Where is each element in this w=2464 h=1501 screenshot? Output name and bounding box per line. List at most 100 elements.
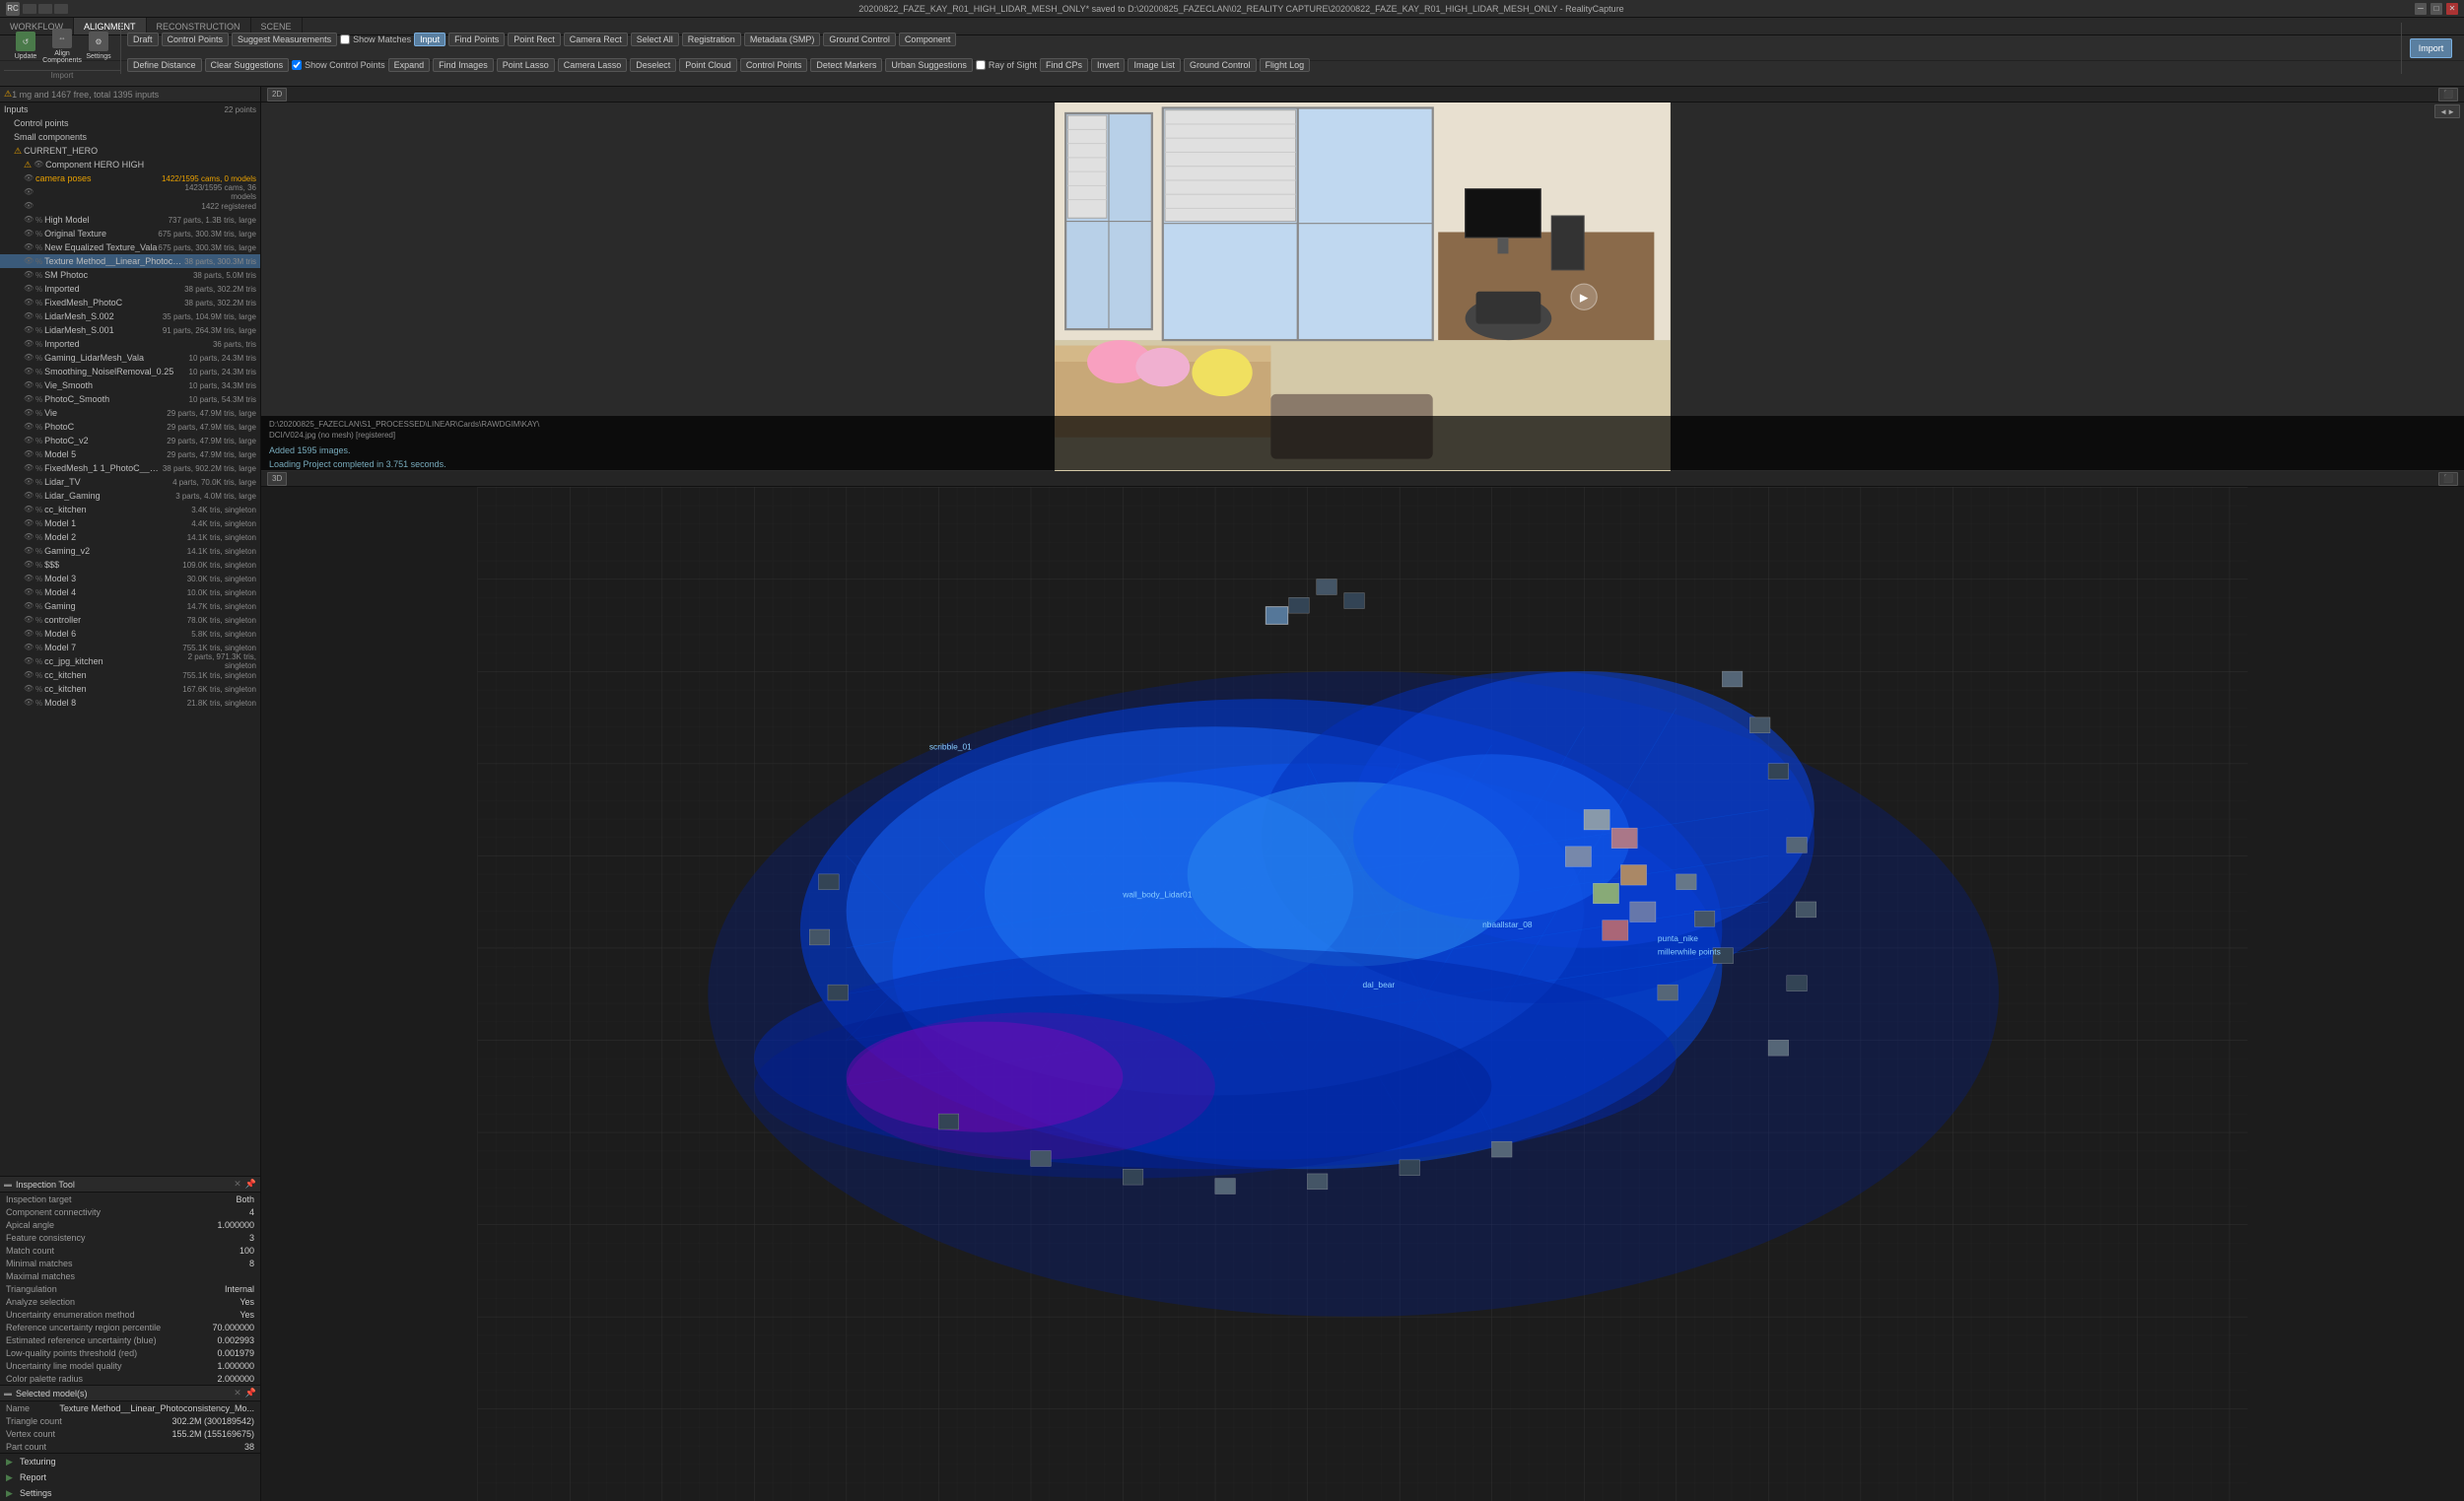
eye-icon[interactable]: 👁 bbox=[24, 656, 34, 666]
eye-icon[interactable]: 👁 bbox=[24, 491, 34, 501]
tree-item[interactable]: ⚠CURRENT_HERO bbox=[0, 144, 260, 158]
tree-item[interactable]: 👁%Model 214.1K tris, singleton bbox=[0, 530, 260, 544]
find-cps-button[interactable]: Find CPs bbox=[1040, 58, 1088, 72]
tree-item[interactable]: 👁%cc_kitchen167.6K tris, singleton bbox=[0, 682, 260, 696]
tree-item[interactable]: 👁%Gaming_LidarMesh_Vala10 parts, 24.3M t… bbox=[0, 351, 260, 365]
tree-item[interactable]: 👁%Gaming_v214.1K tris, singleton bbox=[0, 544, 260, 558]
select-all-button[interactable]: Select All bbox=[631, 33, 679, 46]
window-controls[interactable]: ─ □ ✕ bbox=[2415, 3, 2458, 15]
component-button[interactable]: Component bbox=[899, 33, 957, 46]
control-points-button[interactable]: Control Points bbox=[162, 33, 230, 46]
viewport-3d-label[interactable]: 3D bbox=[267, 472, 287, 486]
point-lasso-button[interactable]: Point Lasso bbox=[497, 58, 555, 72]
eye-icon[interactable]: 👁 bbox=[24, 629, 34, 639]
align-button[interactable]: ⇔ AlignComponents bbox=[44, 25, 80, 68]
viewport-3d-maximize[interactable]: ⬛ bbox=[2438, 472, 2458, 486]
eye-icon[interactable]: 👁 bbox=[24, 505, 34, 514]
panel-2d-corner-btn[interactable]: ◄► bbox=[2434, 104, 2460, 118]
tree-item[interactable]: 👁%PhotoC29 parts, 47.9M tris, large bbox=[0, 420, 260, 434]
tree-item[interactable]: 👁%PhotoC_Smooth10 parts, 54.3M tris bbox=[0, 392, 260, 406]
eye-icon[interactable]: 👁 bbox=[24, 574, 34, 583]
settings-button[interactable]: ⚙ Settings bbox=[81, 25, 116, 68]
deselect-button[interactable]: Deselect bbox=[630, 58, 676, 72]
tree-item[interactable]: 👁%Lidar_TV4 parts, 70.0K tris, large bbox=[0, 475, 260, 489]
eye-icon[interactable]: 👁 bbox=[24, 284, 34, 294]
eye-icon[interactable]: 👁 bbox=[24, 298, 34, 307]
ray-of-sight-checkbox[interactable]: Ray of Sight bbox=[976, 60, 1037, 70]
tree-item[interactable]: 👁%High Model737 parts, 1.3B tris, large bbox=[0, 213, 260, 227]
selected-model-close[interactable]: ✕ bbox=[234, 1388, 241, 1399]
tree-item[interactable]: Inputs22 points bbox=[0, 102, 260, 116]
tree-item[interactable]: 👁%Gaming14.7K tris, singleton bbox=[0, 599, 260, 613]
tree-item[interactable]: 👁%Model 65.8K tris, singleton bbox=[0, 627, 260, 641]
eye-icon[interactable]: 👁 bbox=[24, 643, 34, 652]
panel-2d-label[interactable]: 2D bbox=[267, 88, 287, 102]
eye-icon[interactable]: 👁 bbox=[24, 339, 34, 349]
eye-icon[interactable]: 👁 bbox=[24, 698, 34, 708]
eye-icon[interactable]: 👁 bbox=[24, 201, 34, 211]
panel-2d-maximize[interactable]: ⬛ bbox=[2438, 88, 2458, 102]
tree-item[interactable]: 👁%Texture Method__Linear_Photoconsisted3… bbox=[0, 254, 260, 268]
minimize-button[interactable]: ─ bbox=[2415, 3, 2427, 15]
registration-button[interactable]: Registration bbox=[682, 33, 741, 46]
eye-icon[interactable]: 👁 bbox=[24, 546, 34, 556]
tree-item[interactable]: 👁%Vie_Smooth10 parts, 34.3M tris bbox=[0, 378, 260, 392]
eye-icon[interactable]: 👁 bbox=[24, 408, 34, 418]
inspection-pin[interactable]: 📌 bbox=[245, 1179, 256, 1190]
viewport-3d[interactable]: 3D ⬛ bbox=[261, 471, 2464, 1501]
tree-item[interactable]: 👁%FixedMesh_1 1_PhotoC___1.2_Vala38 part… bbox=[0, 461, 260, 475]
eye-icon[interactable]: 👁 bbox=[24, 242, 34, 252]
eye-icon[interactable]: 👁 bbox=[24, 477, 34, 487]
image-list-button[interactable]: Image List bbox=[1128, 58, 1181, 72]
tree-item[interactable]: 👁%Original Texture675 parts, 300.3M tris… bbox=[0, 227, 260, 240]
eye-icon[interactable]: 👁 bbox=[24, 311, 34, 321]
tree-item[interactable]: 👁%LidarMesh_S.00191 parts, 264.3M tris, … bbox=[0, 323, 260, 337]
input-button[interactable]: Input bbox=[414, 33, 445, 46]
eye-icon[interactable]: 👁 bbox=[24, 325, 34, 335]
eye-icon[interactable]: 👁 bbox=[24, 587, 34, 597]
tree-item[interactable]: 👁%$$$109.0K tris, singleton bbox=[0, 558, 260, 572]
eye-icon[interactable]: 👁 bbox=[24, 615, 34, 625]
eye-icon[interactable]: 👁 bbox=[24, 560, 34, 570]
selected-model-pin[interactable]: 📌 bbox=[245, 1388, 256, 1399]
bottom-tool-item[interactable]: ▶ Settings bbox=[0, 1485, 260, 1501]
point-rect-button[interactable]: Point Rect bbox=[508, 33, 561, 46]
tree-item[interactable]: Control points bbox=[0, 116, 260, 130]
eye-icon[interactable]: 👁 bbox=[24, 229, 34, 239]
tree-item[interactable]: 👁%cc_kitchen755.1K tris, singleton bbox=[0, 668, 260, 682]
maximize-button[interactable]: □ bbox=[2430, 3, 2442, 15]
tree-item[interactable]: 👁1423/1595 cams, 36 models bbox=[0, 185, 260, 199]
tree-item[interactable]: Small components bbox=[0, 130, 260, 144]
show-matches-checkbox[interactable]: Show Matches bbox=[340, 34, 411, 44]
tree-item[interactable]: 👁%Model 410.0K tris, singleton bbox=[0, 585, 260, 599]
point-cloud-button[interactable]: Point Cloud bbox=[679, 58, 737, 72]
eye-icon[interactable]: 👁 bbox=[24, 353, 34, 363]
eye-icon[interactable]: 👁 bbox=[24, 380, 34, 390]
import-button[interactable]: Import bbox=[2410, 38, 2453, 58]
clear-suggestions-button[interactable]: Clear Suggestions bbox=[205, 58, 290, 72]
eye-icon[interactable]: 👁 bbox=[34, 160, 43, 170]
eye-icon[interactable]: 👁 bbox=[24, 518, 34, 528]
eye-icon[interactable]: 👁 bbox=[24, 601, 34, 611]
expand-button[interactable]: Expand bbox=[388, 58, 431, 72]
tree-item[interactable]: 👁%LidarMesh_S.00235 parts, 104.9M tris, … bbox=[0, 309, 260, 323]
tree-item[interactable]: 👁%cc_kitchen3.4K tris, singleton bbox=[0, 503, 260, 516]
camera-lasso-button[interactable]: Camera Lasso bbox=[558, 58, 628, 72]
tree-item[interactable]: 👁%Model 821.8K tris, singleton bbox=[0, 696, 260, 710]
eye-icon[interactable]: 👁 bbox=[24, 670, 34, 680]
tree-item[interactable]: 👁%New Equalized Texture_Vala675 parts, 3… bbox=[0, 240, 260, 254]
detect-markers-button[interactable]: Detect Markers bbox=[810, 58, 882, 72]
tree-item[interactable]: 👁%Model 529 parts, 47.9M tris, large bbox=[0, 447, 260, 461]
eye-icon[interactable]: 👁 bbox=[24, 187, 34, 197]
eye-icon[interactable]: 👁 bbox=[24, 256, 34, 266]
urban-suggestions-button[interactable]: Urban Suggestions bbox=[885, 58, 973, 72]
scene-canvas[interactable]: scribble_01 wall_body_Lidar01 nbaallstar… bbox=[261, 487, 2464, 1501]
eye-icon[interactable]: 👁 bbox=[24, 270, 34, 280]
inspection-close[interactable]: ✕ bbox=[234, 1179, 241, 1190]
define-distance-button[interactable]: Define Distance bbox=[127, 58, 202, 72]
eye-icon[interactable]: 👁 bbox=[24, 367, 34, 376]
find-images-button[interactable]: Find Images bbox=[433, 58, 494, 72]
tree-item[interactable]: 👁%SM Photoc38 parts, 5.0M tris bbox=[0, 268, 260, 282]
camera-rect-button[interactable]: Camera Rect bbox=[564, 33, 628, 46]
tree-item[interactable]: 👁%controller78.0K tris, singleton bbox=[0, 613, 260, 627]
